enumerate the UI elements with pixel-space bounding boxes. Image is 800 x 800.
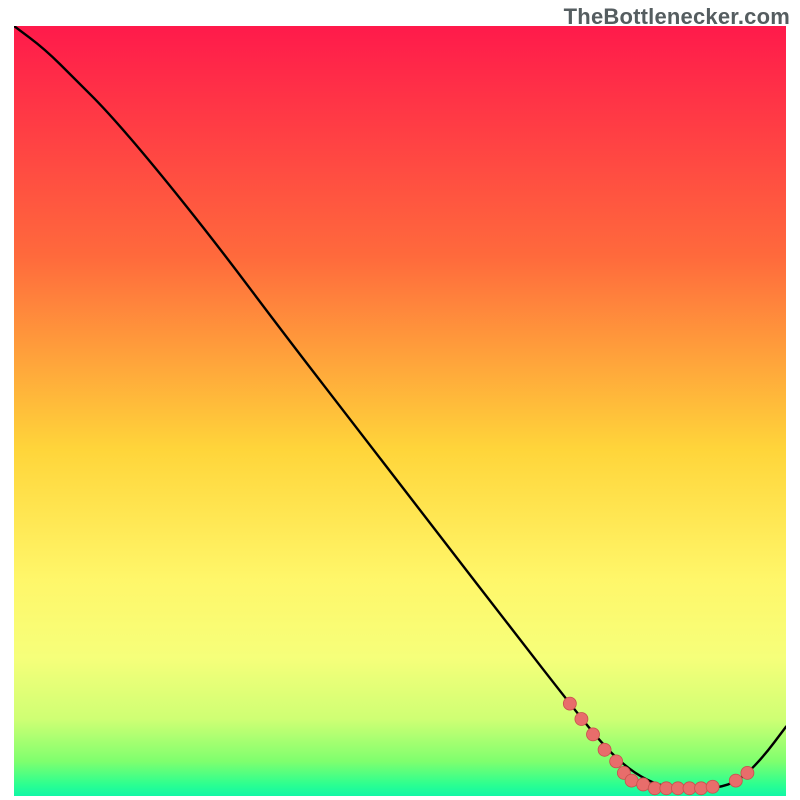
data-marker	[706, 780, 719, 793]
plot-area	[14, 26, 786, 796]
data-marker	[648, 782, 661, 795]
data-marker	[683, 782, 696, 795]
data-marker	[695, 782, 708, 795]
data-marker	[660, 782, 673, 795]
data-marker	[575, 713, 588, 726]
data-marker	[625, 774, 638, 787]
data-marker	[563, 697, 576, 710]
data-marker	[598, 743, 611, 756]
data-marker	[610, 755, 623, 768]
gradient-background	[14, 26, 786, 796]
data-marker	[637, 778, 650, 791]
chart-stage: TheBottlenecker.com	[0, 0, 800, 800]
bottleneck-chart	[14, 26, 786, 796]
data-marker	[741, 766, 754, 779]
data-marker	[729, 774, 742, 787]
data-marker	[671, 782, 684, 795]
watermark-text: TheBottlenecker.com	[564, 4, 790, 30]
data-marker	[587, 728, 600, 741]
